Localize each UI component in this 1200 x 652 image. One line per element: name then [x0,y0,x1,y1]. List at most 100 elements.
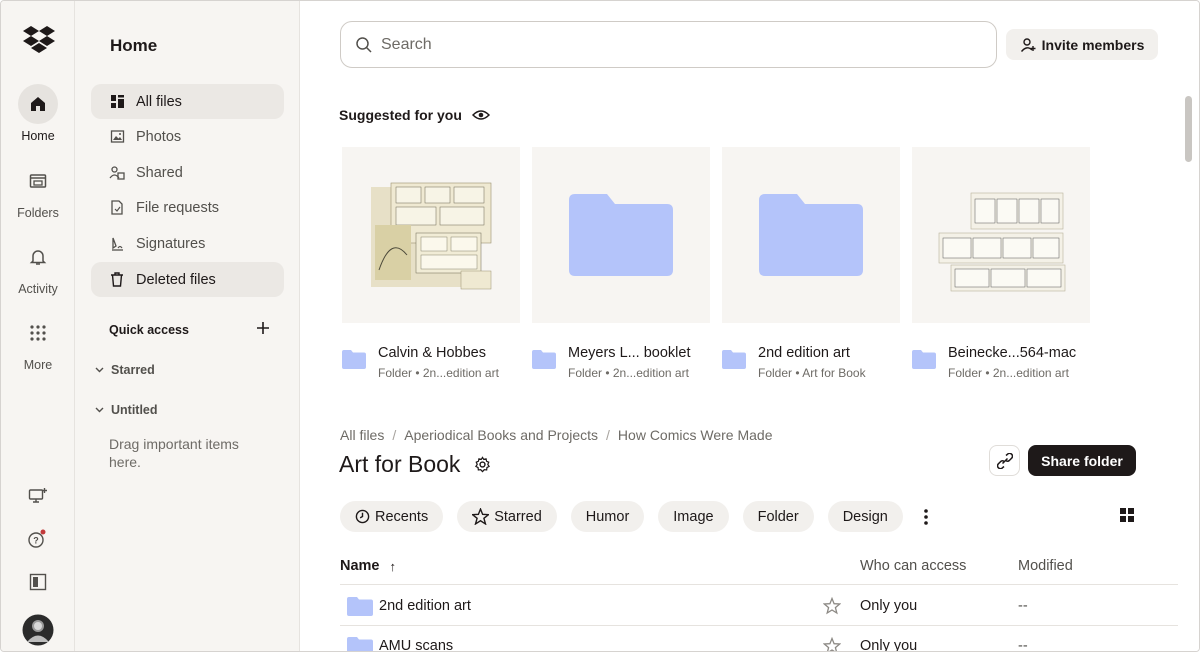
group-label: Untitled [111,403,158,417]
chip-label: Folder [757,508,799,525]
star-icon [472,508,490,525]
chip-folder[interactable]: Folder [742,501,814,532]
breadcrumb-separator: / [392,427,397,443]
add-quick-access-button[interactable] [256,319,272,335]
file-request-icon [109,200,125,216]
main-content: Invite members Suggested for you [300,1,1199,652]
access-column-header[interactable]: Who can access [860,558,966,574]
clock-icon [355,509,370,524]
desktop-app-button[interactable] [1,487,75,505]
bell-icon [18,237,58,277]
name-column-header[interactable]: Name ↑ [340,558,396,574]
untitled-group-toggle[interactable]: Untitled [95,403,158,417]
suggested-card[interactable]: Beinecke...564-mac Folder • 2n...edition… [912,147,1090,383]
share-folder-button[interactable]: Share folder [1028,445,1136,476]
rail-item-home[interactable]: Home [1,84,75,143]
row-modified: -- [1018,598,1028,614]
page-title: Art for Book [339,451,461,477]
chip-design[interactable]: Design [827,501,903,532]
vertical-scrollbar[interactable] [1185,96,1192,162]
account-button[interactable] [1,614,75,646]
suggested-card[interactable]: 2nd edition art Folder • Art for Book [722,147,900,383]
help-button[interactable]: ? [1,529,75,549]
star-icon[interactable] [823,597,841,615]
more-filters-button[interactable] [917,507,935,527]
gear-icon[interactable] [474,456,491,473]
more-vertical-icon [924,508,928,525]
toggle-sidebar-button[interactable] [1,573,75,591]
table-row[interactable]: 2nd edition art Only you -- [340,586,1178,626]
search-bar[interactable] [340,21,997,68]
chevron-down-icon [95,405,105,416]
chip-recents[interactable]: Recents [340,501,444,532]
suggested-card[interactable]: Meyers L... booklet Folder • 2n...editio… [532,147,710,383]
folder-icon [347,597,373,616]
eye-icon[interactable] [471,108,490,122]
modified-column-header[interactable]: Modified [1018,558,1073,574]
sidebar-title: Home [110,36,158,55]
folders-icon [18,161,58,201]
sidebar-item-shared[interactable]: Shared [91,155,284,190]
search-icon [356,36,372,53]
add-person-icon [1020,37,1036,52]
rail-item-activity[interactable]: Activity [1,237,75,296]
comic-strips-thumbnail [912,147,1090,323]
table-row[interactable]: AMU scans Only you -- [340,626,1178,652]
rail-item-more[interactable]: More [1,313,75,372]
chip-label: Starred [494,508,542,525]
invite-members-button[interactable]: Invite members [1006,29,1158,60]
breadcrumb-link[interactable]: Aperiodical Books and Projects [404,427,598,443]
plus-icon [257,322,269,334]
link-icon [996,452,1013,469]
row-name: 2nd edition art [379,598,471,614]
dropbox-logo-icon[interactable] [23,25,55,55]
row-access: Only you [860,638,918,652]
help-icon: ? [28,529,46,548]
starred-group-toggle[interactable]: Starred [95,363,155,377]
row-modified: -- [1018,638,1028,652]
breadcrumb-link[interactable]: How Comics Were Made [618,427,773,443]
card-subtitle: Folder • 2n...edition art [948,366,1069,380]
quick-access-heading: Quick access [109,323,189,337]
comic-art-thumbnail [342,147,520,323]
drag-hint: Drag important items here. [109,436,239,470]
chip-humor[interactable]: Humor [570,501,645,532]
breadcrumb-link[interactable]: All files [340,427,384,443]
sidebar-item-all-files[interactable]: All files [91,84,284,119]
photos-icon [109,129,125,145]
star-icon[interactable] [823,637,841,652]
home-icon [18,84,58,124]
sidebar-item-label: All files [136,93,182,110]
card-title: Meyers L... booklet [568,345,691,361]
group-label: Starred [111,363,155,377]
folder-thumbnail [532,147,710,323]
grid-view-icon[interactable] [1120,508,1134,522]
search-input[interactable] [381,35,941,54]
desktop-plus-icon [28,488,47,503]
sidebar-item-label: Photos [136,128,182,145]
suggested-card[interactable]: Calvin & Hobbes Folder • 2n...edition ar… [342,147,520,383]
sidebar-item-signatures[interactable]: Signatures [91,226,284,261]
card-meta: Calvin & Hobbes Folder • 2n...edition ar… [342,323,520,383]
breadcrumb-separator: / [606,427,610,443]
folder-icon [532,350,556,369]
sidebar-item-deleted-files[interactable]: Deleted files [91,262,284,297]
rail-item-folders[interactable]: Folders [1,161,75,220]
chip-starred[interactable]: Starred [457,501,557,532]
sidebar-item-photos[interactable]: Photos [91,119,284,154]
sidebar-item-label: File requests [136,199,220,216]
chip-label: Design [842,508,888,525]
svg-text:?: ? [33,536,39,546]
chip-image[interactable]: Image [658,501,729,532]
rail-item-label: Folders [17,206,59,220]
folder-icon [347,637,373,651]
copy-link-button[interactable] [989,445,1020,476]
sidebar-item-file-requests[interactable]: File requests [91,190,284,225]
sort-ascending-icon: ↑ [389,558,397,574]
avatar [22,614,54,646]
all-files-icon [109,94,125,110]
sidebar-item-label: Shared [136,164,183,181]
folder-thumbnail [722,147,900,323]
card-meta: Beinecke...564-mac Folder • 2n...edition… [912,323,1090,383]
trash-icon [109,272,125,288]
